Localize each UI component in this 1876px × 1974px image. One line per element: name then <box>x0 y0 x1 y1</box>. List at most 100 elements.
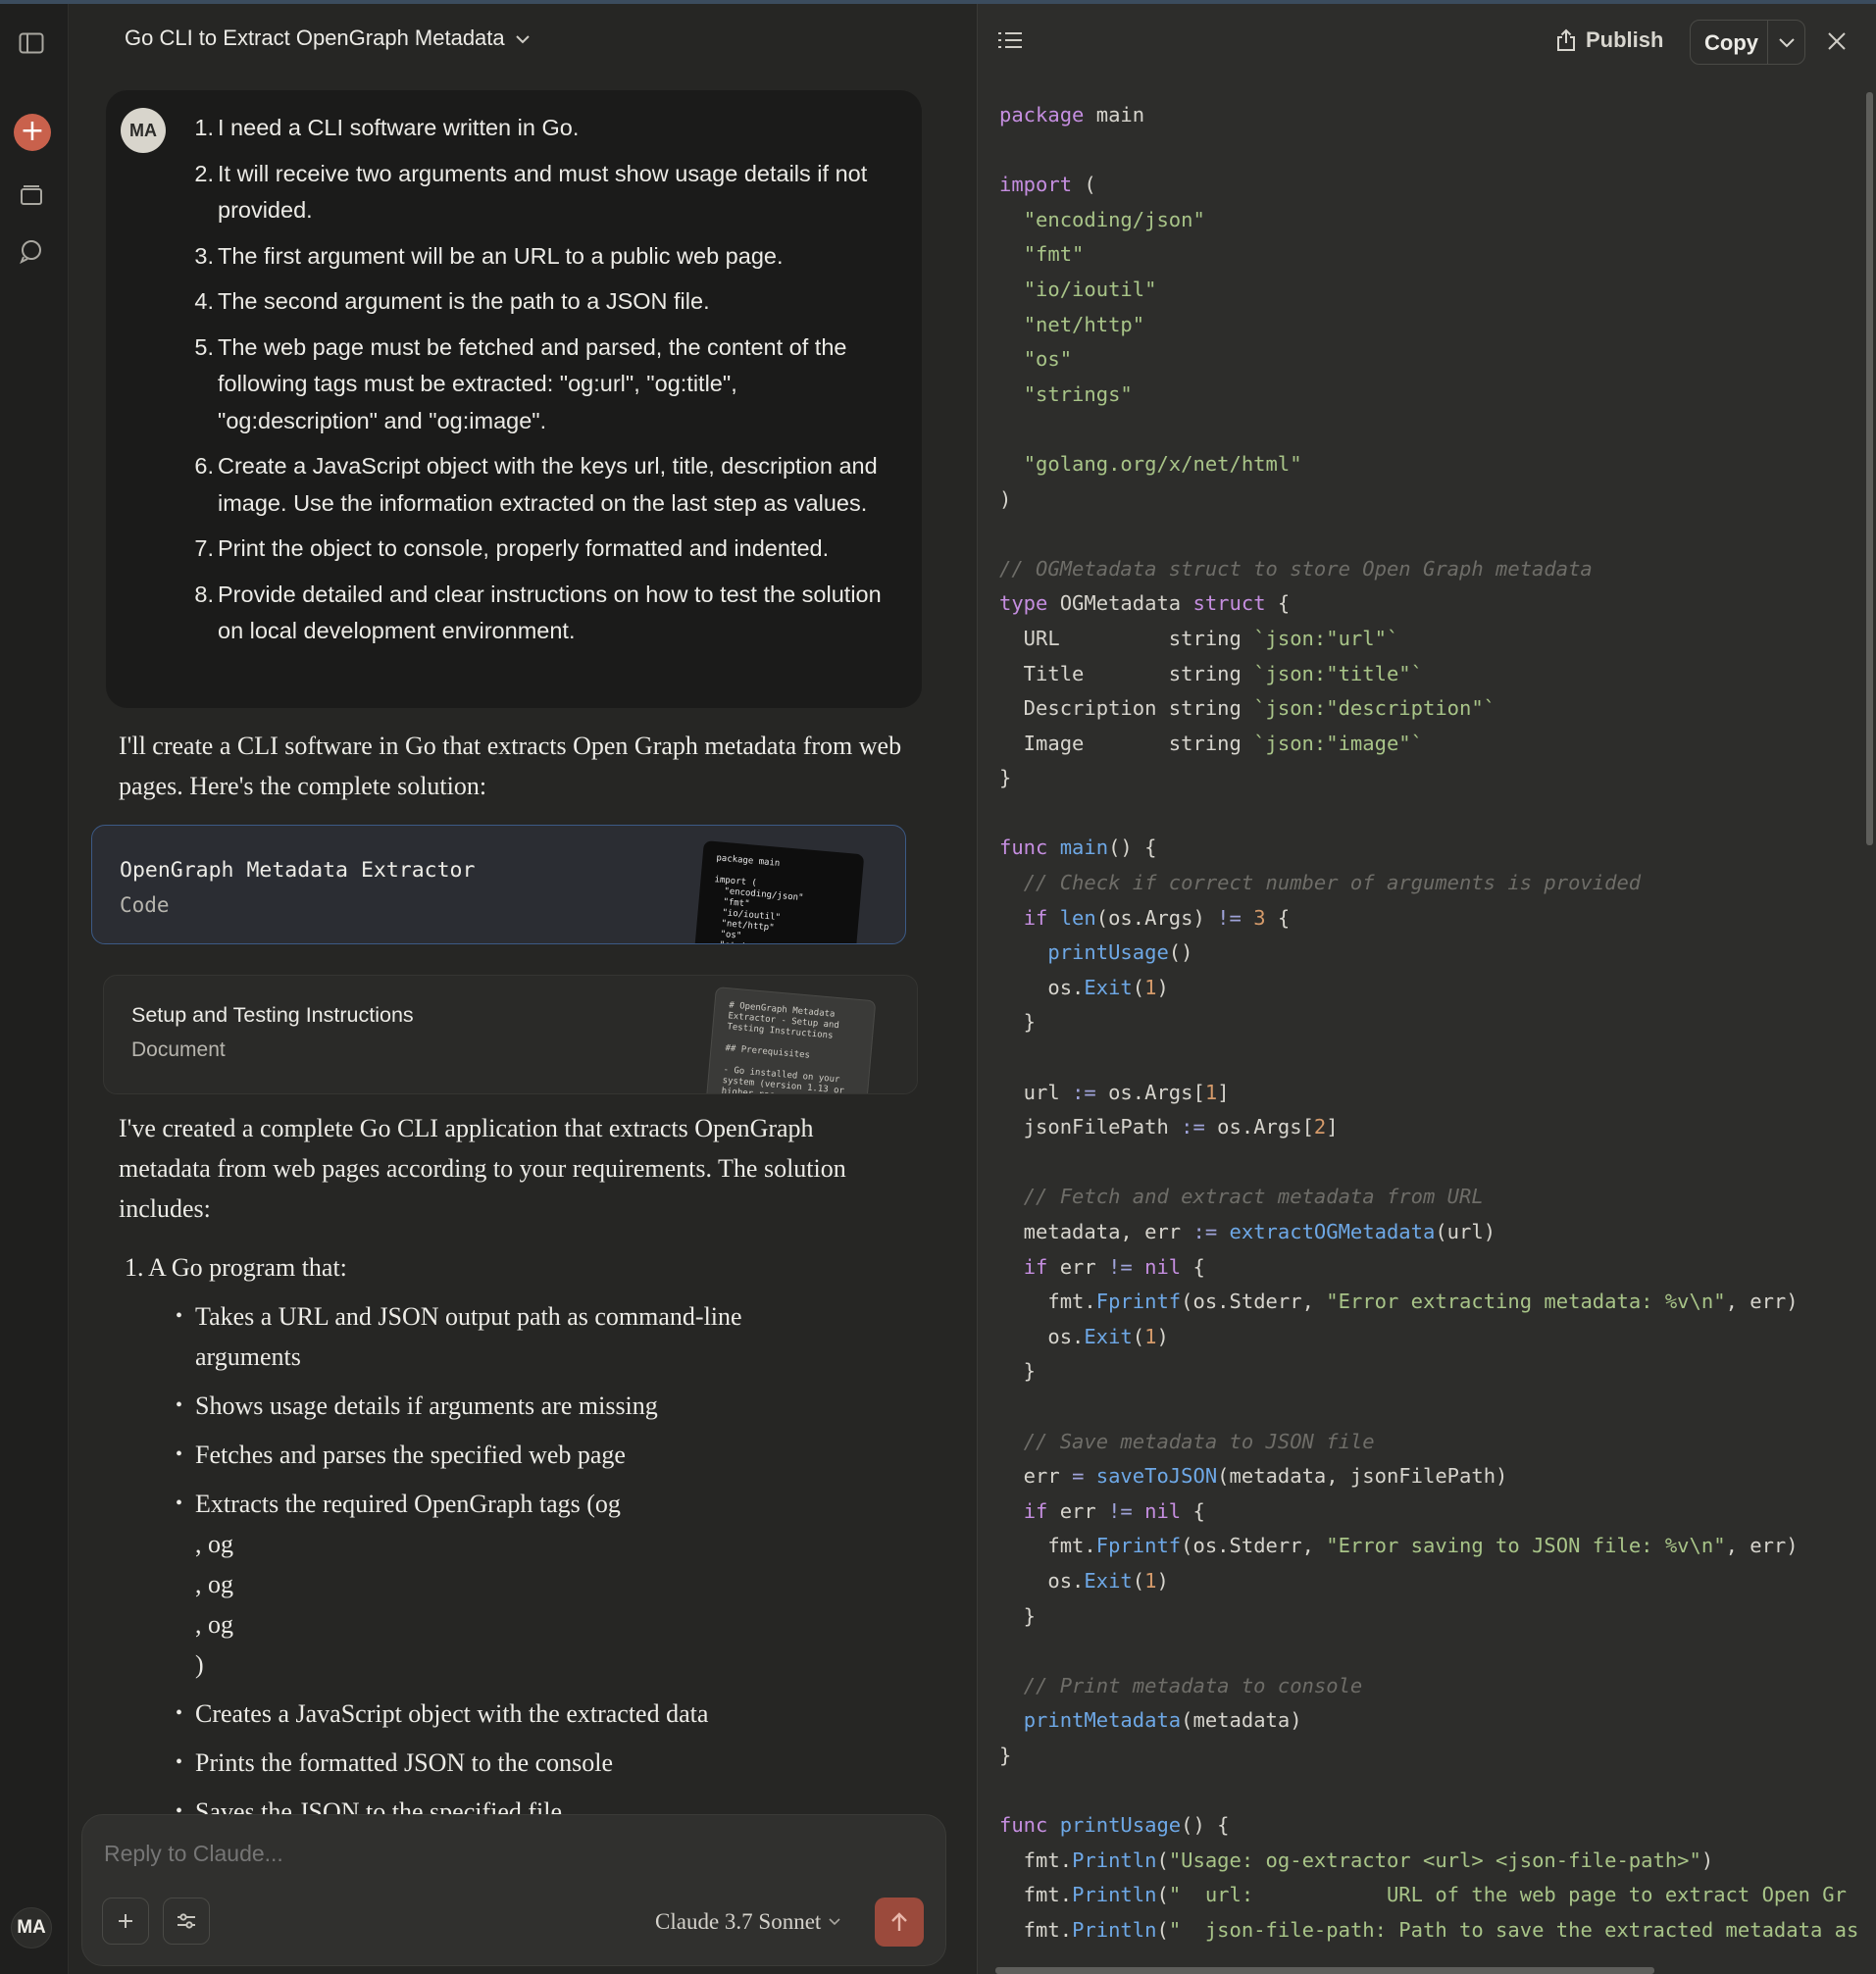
code-token: // Fetch and extract metadata from URL <box>1023 1185 1484 1209</box>
bullet-text: Shows usage details if arguments are mis… <box>195 1392 658 1420</box>
publish-button[interactable]: Publish <box>1556 27 1663 53</box>
code-token: type <box>999 591 1048 616</box>
code-token: saveToJSON <box>1095 1464 1218 1489</box>
sliders-icon <box>177 1913 195 1929</box>
chats-icon[interactable] <box>14 233 49 269</box>
close-icon[interactable] <box>1827 31 1847 51</box>
code-token: err <box>1047 1254 1109 1279</box>
send-button[interactable] <box>875 1898 924 1947</box>
list-item: Takes a URL and JSON output path as comm… <box>176 1296 850 1377</box>
list-item: Prints the formatted JSON to the console <box>176 1743 850 1783</box>
code-token: 1 <box>1204 1080 1218 1104</box>
code-token: ) <box>1156 1324 1169 1348</box>
bullet-text: , og <box>195 1610 233 1639</box>
code-token: { <box>1265 905 1291 930</box>
list-number: 8. <box>194 581 214 607</box>
artifact-card-document[interactable]: Setup and Testing Instructions Document … <box>103 975 918 1094</box>
code-line: fmt.Println(" json-file-path: Path to sa… <box>999 1913 1859 1949</box>
arrow-up-icon <box>891 1912 907 1931</box>
list-number: 7. <box>194 535 214 561</box>
assistant-intro: I'll create a CLI software in Go that ex… <box>119 732 902 800</box>
code-token: , err) <box>1725 1290 1799 1314</box>
code-line: if len(os.Args) != 3 { <box>999 901 1858 936</box>
sidebar-toggle-icon[interactable] <box>14 25 49 61</box>
reply-input[interactable] <box>104 1841 908 1867</box>
code-token: "os" <box>1023 347 1073 372</box>
list-item-text: The web page must be fetched and parsed,… <box>218 333 847 433</box>
code-line: } <box>999 1599 1858 1635</box>
copy-divider <box>1767 21 1768 64</box>
code-line: Description string `json:"description"` <box>999 691 1858 727</box>
code-viewer[interactable]: package main import ( "encoding/json" "fm… <box>999 98 1858 1948</box>
list-item: Shows usage details if arguments are mis… <box>176 1386 850 1426</box>
chevron-down-icon[interactable] <box>1777 32 1797 52</box>
model-selector[interactable]: Claude 3.7 Sonnet <box>655 1909 840 1935</box>
code-line: func main() { <box>999 831 1858 866</box>
outline-icon[interactable] <box>997 29 1023 51</box>
add-attachment-button[interactable] <box>102 1898 149 1945</box>
code-token: 1 <box>1144 975 1157 999</box>
code-token: ( <box>1132 1324 1145 1348</box>
code-line: // Save metadata to JSON file <box>999 1425 1858 1460</box>
code-token: Description string <box>999 696 1254 721</box>
list-item: 2. It will receive two arguments and must… <box>192 156 898 229</box>
artifact-title: OpenGraph Metadata Extractor <box>120 858 476 883</box>
bullet-text: , og <box>195 1530 233 1558</box>
bullet-text: , og <box>195 1570 233 1598</box>
bullet-text: Fetches and parses the specified web pag… <box>195 1441 626 1469</box>
code-token: := <box>1072 1080 1096 1104</box>
assistant-summary: I've created a complete Go CLI applicati… <box>119 1114 846 1223</box>
copy-button[interactable]: Copy <box>1690 20 1805 65</box>
code-token: "Error extracting metadata: %v\n" <box>1326 1290 1726 1314</box>
code-vertical-scrollbar[interactable] <box>1866 92 1873 845</box>
list-number: 1. <box>194 115 214 140</box>
code-token: Image string <box>999 731 1254 755</box>
code-token: } <box>999 766 1012 790</box>
code-line: fmt.Fprintf(os.Stderr, "Error extracting… <box>999 1285 1858 1320</box>
code-token: ( <box>1132 975 1145 999</box>
code-token: printUsage <box>1059 1813 1182 1838</box>
new-chat-button[interactable]: + <box>14 114 51 151</box>
code-token: (url) <box>1435 1220 1496 1243</box>
list-number: 4. <box>194 288 214 314</box>
list-item-label: A Go program that: <box>148 1253 347 1282</box>
code-token: if <box>1023 1498 1048 1523</box>
artifact-card-code[interactable]: OpenGraph Metadata Extractor Code packag… <box>91 825 906 944</box>
artifact-type: Document <box>131 1038 226 1061</box>
code-token: os. <box>999 975 1085 999</box>
code-token: ] <box>1326 1115 1339 1139</box>
code-line: "net/http" <box>999 308 1858 343</box>
code-line: // Check if correct number of arguments … <box>999 866 1858 901</box>
publish-label: Publish <box>1586 27 1664 52</box>
code-token: (os.Args) <box>1095 905 1218 930</box>
assistant-list: 1. A Go program that: Takes a URL and JS… <box>125 1247 850 1832</box>
code-token: func <box>999 1813 1048 1838</box>
code-token: } <box>999 1010 1037 1035</box>
code-token: ) <box>999 486 1012 511</box>
list-item: Extracts the required OpenGraph tags (og… <box>176 1484 850 1685</box>
account-avatar[interactable]: MA <box>11 1907 52 1949</box>
bullet-text: Takes a URL and JSON output path as comm… <box>195 1302 742 1371</box>
list-number: 1. <box>125 1253 144 1282</box>
code-token: os. <box>999 1568 1085 1593</box>
code-token: nil <box>1144 1254 1182 1279</box>
chat-title-dropdown[interactable]: Go CLI to Extract OpenGraph Metadata <box>125 25 531 51</box>
code-token: Exit <box>1084 1568 1133 1593</box>
code-token: os. <box>999 1324 1085 1348</box>
code-token: os.Args[ <box>1095 1080 1205 1104</box>
code-horizontal-scrollbar[interactable] <box>995 1967 1654 1974</box>
projects-icon[interactable] <box>14 177 49 212</box>
code-token: "strings" <box>1023 381 1133 406</box>
code-line: ) <box>999 482 1858 518</box>
tools-button[interactable] <box>163 1898 210 1945</box>
code-token: ) <box>1156 1568 1169 1593</box>
code-line: // OGMetadata struct to store Open Graph… <box>999 552 1858 587</box>
left-rail: + MA <box>0 4 69 1974</box>
